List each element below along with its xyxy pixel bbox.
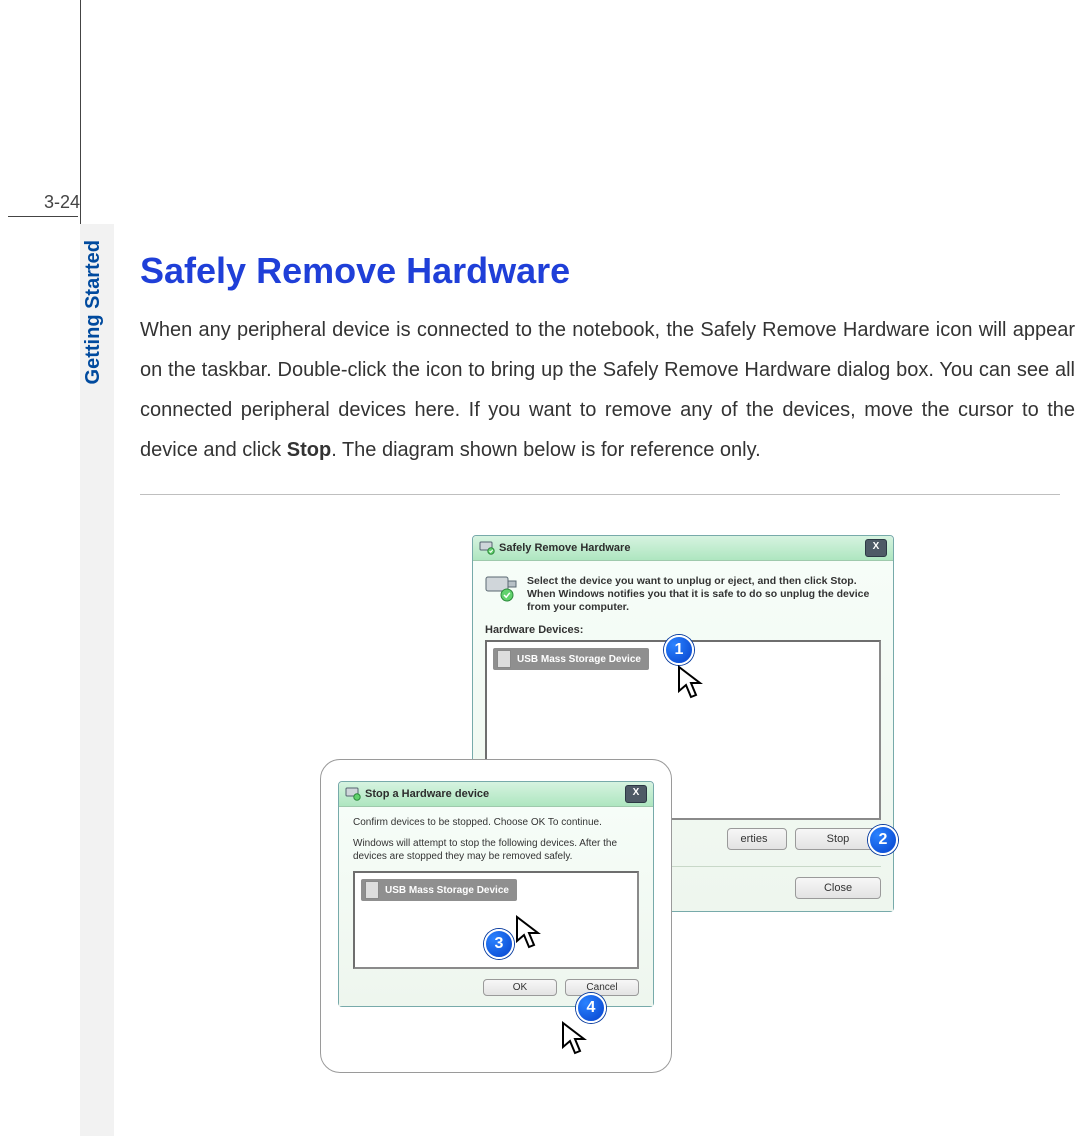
page-title: Safely Remove Hardware	[140, 250, 1075, 292]
dialog2-line1: Confirm devices to be stopped. Choose OK…	[353, 817, 639, 828]
eject-icon	[345, 787, 361, 801]
properties-button-label-visible: erties	[741, 833, 768, 845]
diagram-area: Safely Remove Hardware X	[320, 535, 1020, 1095]
dialog1-titlebar: Safely Remove Hardware X	[473, 536, 893, 561]
device-icon	[365, 881, 379, 899]
dialog2-title-text: Stop a Hardware device	[365, 788, 489, 800]
ok-button[interactable]: OK	[483, 979, 557, 996]
close-button-label: Close	[824, 882, 852, 894]
device-item-label: USB Mass Storage Device	[517, 654, 641, 665]
eject-icon	[479, 541, 495, 555]
section-tab-label: Getting Started	[82, 240, 105, 384]
device-icon	[497, 650, 511, 668]
callout-3: 3	[484, 929, 514, 959]
dialog2-close-button[interactable]: X	[625, 785, 647, 803]
properties-button[interactable]: erties	[727, 828, 787, 850]
page-number: 3-24	[8, 192, 80, 213]
body-part-2: . The diagram shown below is for referen…	[331, 439, 760, 461]
device-item-usb-mass-storage[interactable]: USB Mass Storage Device	[493, 648, 649, 670]
usb-info-icon	[485, 575, 519, 603]
cancel-button-label: Cancel	[586, 982, 617, 993]
dialog1-instruction: Select the device you want to unplug or …	[527, 575, 881, 614]
divider	[140, 494, 1060, 495]
stop-button-label: Stop	[827, 833, 850, 845]
cancel-button[interactable]: Cancel	[565, 979, 639, 996]
cursor-icon	[676, 665, 706, 701]
dialog-stop-hardware-device: Stop a Hardware device X Confirm devices…	[338, 781, 654, 1007]
dialog2-titlebar: Stop a Hardware device X	[339, 782, 653, 807]
cursor-icon	[514, 915, 544, 951]
body-bold-stop: Stop	[287, 439, 331, 461]
cursor-icon	[560, 1021, 590, 1057]
page-number-rule	[8, 216, 78, 217]
callout-2: 2	[868, 825, 898, 855]
ok-button-label: OK	[513, 982, 527, 993]
callout-4: 4	[576, 993, 606, 1023]
dialog2-device-item[interactable]: USB Mass Storage Device	[361, 879, 517, 901]
close-button[interactable]: Close	[795, 877, 881, 899]
dialog2-line2: Windows will attempt to stop the followi…	[353, 838, 639, 863]
dialog1-close-button[interactable]: X	[865, 539, 887, 557]
body-paragraph: When any peripheral device is connected …	[140, 310, 1075, 470]
callout-1: 1	[664, 635, 694, 665]
dialog1-title-text: Safely Remove Hardware	[499, 542, 630, 554]
dialog2-device-label: USB Mass Storage Device	[385, 885, 509, 896]
